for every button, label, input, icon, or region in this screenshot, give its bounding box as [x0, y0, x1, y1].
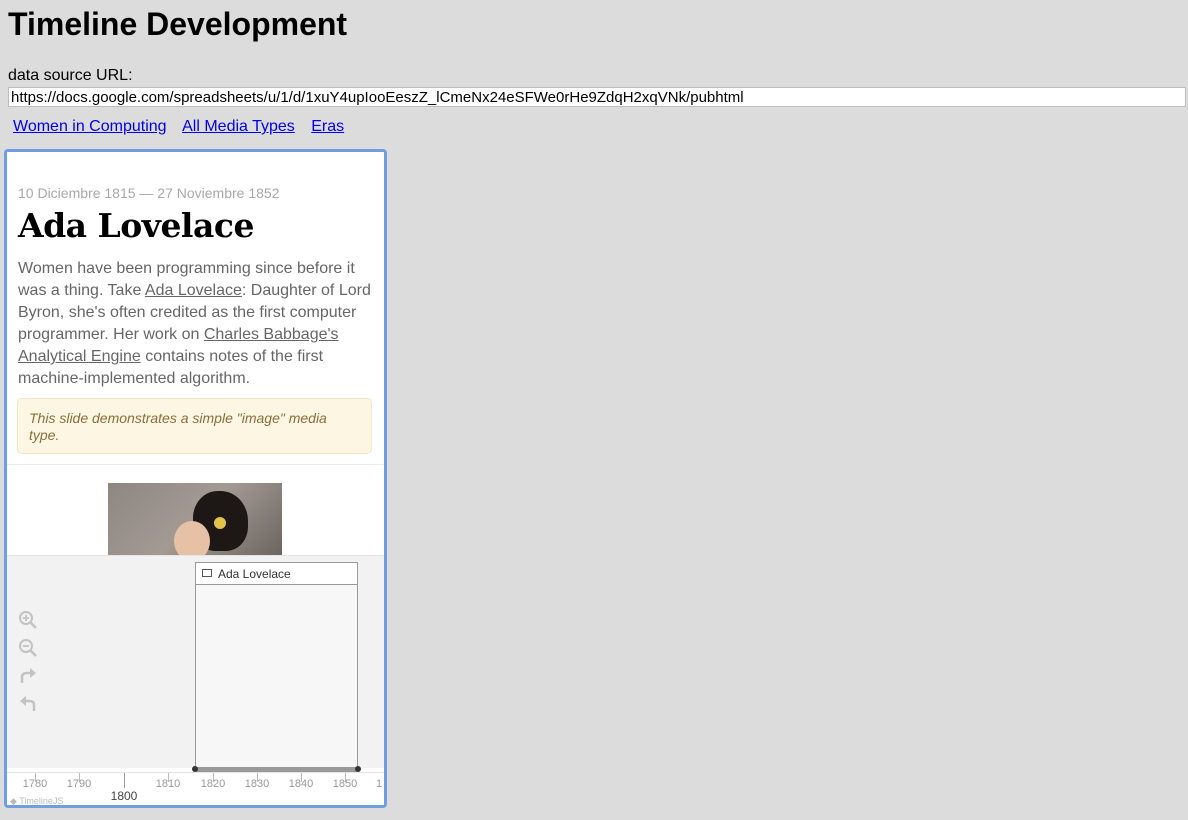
slide-text: Women have been programming since before… [18, 258, 373, 390]
axis-major-tick [124, 773, 125, 788]
undo-icon[interactable] [18, 694, 38, 714]
axis-tick-label: 1820 [200, 778, 226, 790]
timenav: Ada Lovelace [7, 555, 384, 769]
image-icon [202, 569, 212, 577]
marker-label: Ada Lovelace [218, 567, 291, 581]
axis-tick-label: 1790 [66, 778, 92, 790]
axis-tick-label: 1780 [22, 778, 48, 790]
time-axis: 1780 1790 1800 1810 1820 1830 1840 1850 … [7, 772, 384, 806]
zoom-in-icon[interactable] [18, 610, 38, 630]
timeline-slide: 10 Diciembre 1815 — 27 Noviembre 1852 Ad… [7, 152, 384, 555]
timeline-marker[interactable]: Ada Lovelace [195, 562, 358, 769]
brand-label: TimelineJS [19, 796, 64, 806]
timeline-embed: 10 Diciembre 1815 — 27 Noviembre 1852 Ad… [4, 149, 387, 808]
marker-headline[interactable]: Ada Lovelace [196, 563, 357, 585]
axis-tick-label: 1830 [244, 778, 270, 790]
source-url-label: data source URL: [8, 67, 133, 84]
slide-headline: Ada Lovelace [18, 206, 254, 245]
zoom-out-icon[interactable] [18, 638, 38, 658]
timelinejs-brand[interactable]: ◆ TimelineJS [10, 796, 64, 806]
slide-media-image [108, 483, 282, 555]
axis-major-tick-label: 1800 [110, 789, 138, 803]
link-all-media-types[interactable]: All Media Types [182, 118, 295, 135]
redo-icon[interactable] [18, 666, 38, 686]
axis-tick-label: 1850 [332, 778, 358, 790]
portrait-face [174, 521, 210, 555]
slide-dates: 10 Diciembre 1815 — 27 Noviembre 1852 [18, 185, 280, 201]
slide-divider [7, 464, 384, 465]
slide-note: This slide demonstrates a simple "image"… [17, 398, 372, 454]
link-women-in-computing[interactable]: Women in Computing [13, 118, 167, 135]
link-eras[interactable]: Eras [311, 118, 344, 135]
axis-tick-label: 1 [375, 778, 383, 790]
source-url-input[interactable] [8, 87, 1186, 107]
portrait-flower [214, 517, 226, 529]
page-title: Timeline Development [8, 6, 348, 42]
example-links: Women in Computing All Media Types Eras [13, 118, 356, 136]
axis-tick-label: 1810 [155, 778, 181, 790]
axis-tick-label: 1840 [288, 778, 314, 790]
link-ada-lovelace[interactable]: Ada Lovelace [145, 282, 242, 299]
